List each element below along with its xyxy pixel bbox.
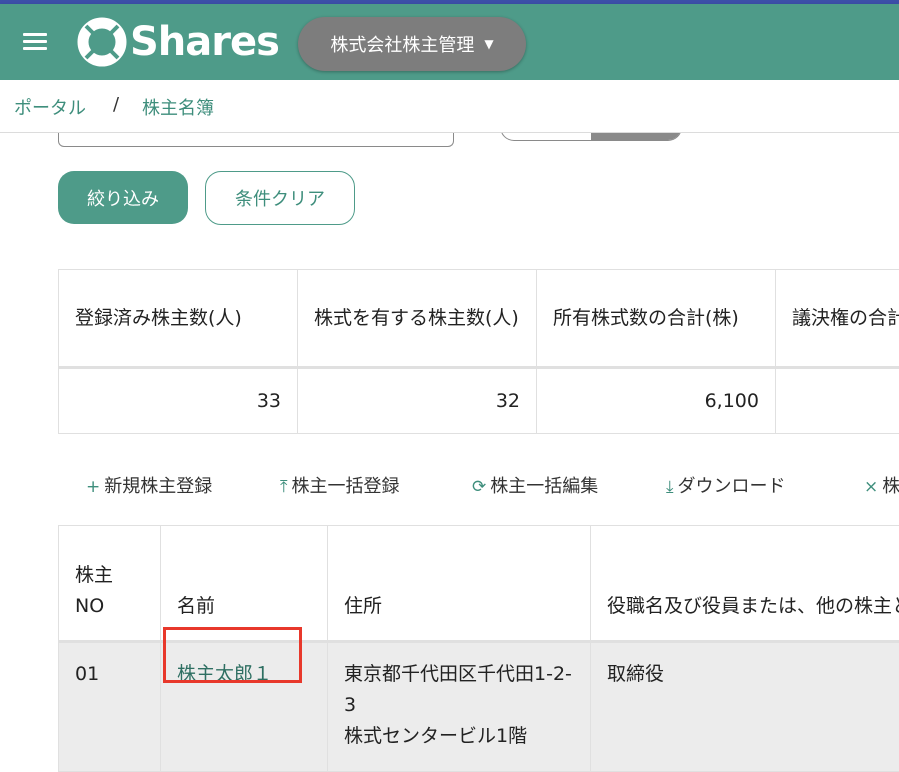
delete-label: 株 (882, 476, 899, 497)
caret-down-icon: ▼ (484, 37, 493, 51)
column-header-relation[interactable]: 役職名及び役員または、他の株主との関係 (591, 526, 899, 642)
download-label: ダウンロード (678, 476, 786, 497)
new-shareholder-label: 新規株主登録 (104, 476, 212, 497)
stat-header-registered: 登録済み株主数(人) (59, 270, 298, 368)
stat-header-total-shares: 所有株式数の合計(株) (537, 270, 776, 368)
summary-stats-table: 登録済み株主数(人) 株式を有する株主数(人) 所有株式数の合計(株) 議決権の… (58, 269, 899, 434)
sync-icon: ⟳ (472, 477, 486, 497)
stat-value-total-shares: 6,100 (537, 368, 776, 434)
cell-relation: 取締役 (591, 642, 899, 772)
bulk-register-button[interactable]: ⤒株主一括登録 (280, 472, 400, 498)
cell-no: 01 (59, 642, 161, 772)
breadcrumb-portal[interactable]: ポータル (14, 94, 86, 120)
app-header: Shares 株式会社株主管理 ▼ (0, 4, 899, 80)
action-toolbar: +新規株主登録 ⤒株主一括登録 ⟳株主一括編集 ⤓ダウンロード ×株 (0, 472, 899, 502)
plus-icon: + (86, 477, 100, 497)
close-icon: × (864, 477, 878, 497)
breadcrumb-shareholder-list[interactable]: 株主名簿 (142, 94, 214, 120)
brand-name: Shares (130, 16, 279, 68)
stat-value-voting (776, 368, 899, 434)
hamburger-menu-icon[interactable] (23, 31, 49, 51)
brand-logo[interactable]: Shares (76, 16, 279, 68)
stat-header-voting: 議決権の合計 (776, 270, 899, 368)
relation-header-line1: 役職名及び役員または、他の株主との関係 (607, 591, 899, 622)
shareholder-table: 株主NO 名前 住所 役職名及び役員または、他の株主との関係 01 株主太郎１ … (58, 525, 899, 772)
company-name: 株式会社株主管理 (330, 31, 474, 57)
shareholder-name-link[interactable]: 株主太郎１ (177, 663, 272, 685)
breadcrumb: ポータル / 株主名簿 (0, 80, 899, 133)
stat-value-registered: 33 (59, 368, 298, 434)
new-shareholder-button[interactable]: +新規株主登録 (86, 472, 212, 498)
filter-button[interactable]: 絞り込み (58, 171, 188, 224)
address-line1: 東京都千代田区千代田1-2-3 (344, 659, 574, 721)
column-header-address[interactable]: 住所 (328, 526, 591, 642)
breadcrumb-separator: / (113, 94, 119, 115)
company-selector[interactable]: 株式会社株主管理 ▼ (298, 17, 526, 71)
column-header-name[interactable]: 名前 (161, 526, 328, 642)
bulk-register-label: 株主一括登録 (292, 476, 400, 497)
bulk-edit-button[interactable]: ⟳株主一括編集 (472, 472, 598, 498)
delete-button[interactable]: ×株 (864, 472, 899, 498)
cell-name: 株主太郎１ (161, 642, 328, 772)
upload-icon: ⤒ (280, 477, 288, 497)
shares-lifebuoy-logo-icon (76, 16, 128, 68)
clear-conditions-button[interactable]: 条件クリア (205, 171, 355, 225)
address-line2: 株式センタービル1階 (344, 721, 574, 752)
download-icon: ⤓ (666, 477, 674, 497)
column-header-no[interactable]: 株主NO (59, 526, 161, 642)
cell-address: 東京都千代田区千代田1-2-3 株式センタービル1階 (328, 642, 591, 772)
stat-value-holding: 32 (298, 368, 537, 434)
table-row[interactable]: 01 株主太郎１ 東京都千代田区千代田1-2-3 株式センタービル1階 取締役 (59, 642, 899, 772)
bulk-edit-label: 株主一括編集 (490, 476, 598, 497)
download-button[interactable]: ⤓ダウンロード (666, 472, 786, 498)
stat-header-holding: 株式を有する株主数(人) (298, 270, 537, 368)
